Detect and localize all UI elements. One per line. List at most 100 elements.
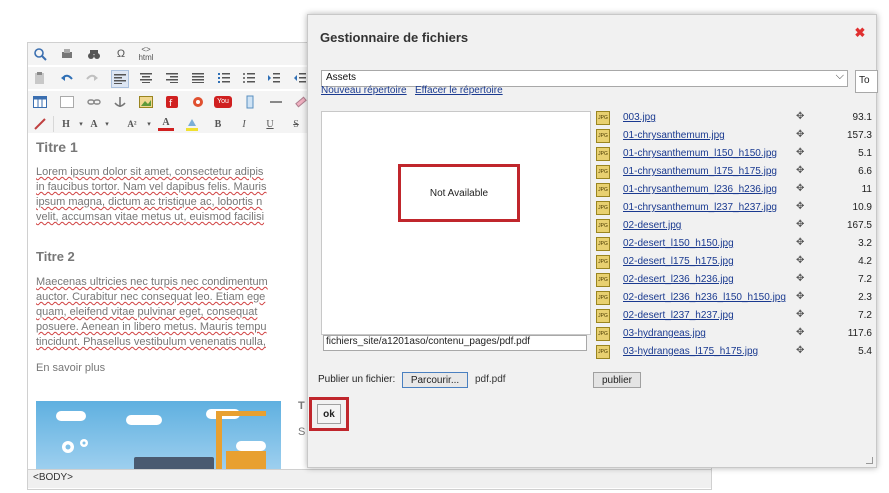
font-size-dropdown-icon[interactable]: ▾ (99, 116, 115, 132)
move-icon[interactable]: ✥ (796, 327, 804, 338)
file-row[interactable]: JPG 003.jpg ✥ 93.1 (596, 109, 876, 127)
move-icon[interactable]: ✥ (796, 309, 804, 320)
anchor-icon[interactable] (112, 94, 128, 110)
file-size: 157.3 (846, 130, 872, 141)
file-name-link[interactable]: 01-chrysanthemum_l150_h150.jpg (623, 148, 777, 159)
redo-icon[interactable] (84, 70, 100, 86)
folder-select-value: Assets (326, 72, 357, 83)
align-right-icon[interactable] (164, 70, 180, 86)
file-row[interactable]: JPG 01-chrysanthemum_l236_h236.jpg ✥ 11 (596, 181, 876, 199)
youtube-label: You (214, 96, 232, 108)
italic-icon[interactable]: I (236, 116, 252, 132)
image-icon[interactable] (138, 94, 154, 110)
file-name-link[interactable]: 01-chrysanthemum_l237_h237.jpg (623, 202, 777, 213)
special-char-icon[interactable]: Ω (113, 46, 129, 62)
file-row[interactable]: JPG 02-desert_l175_h175.jpg ✥ 4.2 (596, 253, 876, 271)
move-icon[interactable]: ✥ (796, 273, 804, 284)
eraser-icon[interactable] (292, 94, 308, 110)
toolbar-separator (53, 116, 54, 132)
move-icon[interactable]: ✥ (796, 237, 804, 248)
file-name-link[interactable]: 003.jpg (623, 112, 656, 123)
status-path[interactable]: <BODY> (33, 472, 73, 483)
youtube-icon[interactable]: You (214, 94, 232, 110)
paste-icon[interactable] (32, 70, 48, 86)
publish-button[interactable]: publier (593, 372, 641, 388)
delete-folder-link[interactable]: Effacer le répertoire (415, 85, 503, 96)
heading-icon[interactable]: H (58, 116, 74, 132)
file-name-link[interactable]: 03-hydrangeas_l175_h175.jpg (623, 346, 758, 357)
bullet-list-icon[interactable] (241, 70, 257, 86)
file-row[interactable]: JPG 03-hydrangeas.jpg ✥ 117.6 (596, 325, 876, 343)
find-icon[interactable] (86, 46, 102, 62)
justify-icon[interactable] (190, 70, 206, 86)
file-name-link[interactable]: 01-chrysanthemum_l236_h236.jpg (623, 184, 777, 195)
superscript-icon[interactable]: A² (124, 116, 140, 132)
jpg-file-icon: JPG (596, 183, 610, 197)
move-icon[interactable]: ✥ (796, 291, 804, 302)
move-icon[interactable]: ✥ (796, 255, 804, 266)
file-row[interactable]: JPG 02-desert.jpg ✥ 167.5 (596, 217, 876, 235)
indent-icon[interactable] (266, 70, 282, 86)
superscript-dropdown-icon[interactable]: ▾ (141, 116, 157, 132)
move-icon[interactable]: ✥ (796, 201, 804, 212)
file-row[interactable]: JPG 02-desert_l150_h150.jpg ✥ 3.2 (596, 235, 876, 253)
file-name-link[interactable]: 01-chrysanthemum_l175_h175.jpg (623, 166, 777, 177)
horizontal-rule-icon[interactable] (268, 94, 284, 110)
print-icon[interactable] (59, 46, 75, 62)
not-available-text: Not Available (429, 187, 489, 199)
resize-handle[interactable] (866, 457, 873, 464)
file-name-link[interactable]: 02-desert_l236_h236.jpg (623, 274, 734, 285)
file-row[interactable]: JPG 03-hydrangeas_l175_h175.jpg ✥ 5.4 (596, 343, 876, 361)
flash-icon[interactable]: f (164, 94, 180, 110)
file-row[interactable]: JPG 02-desert_l236_h236.jpg ✥ 7.2 (596, 271, 876, 289)
file-name-link[interactable]: 02-desert_l150_h150.jpg (623, 238, 734, 249)
align-left-icon[interactable] (111, 70, 129, 88)
file-name-link[interactable]: 02-desert_l237_h237.jpg (623, 310, 734, 321)
file-row[interactable]: JPG 01-chrysanthemum_l237_h237.jpg ✥ 10.9 (596, 199, 876, 217)
bold-icon[interactable]: B (210, 116, 226, 132)
move-icon[interactable]: ✥ (796, 219, 804, 230)
html-source-icon[interactable]: <> html (138, 46, 154, 62)
new-folder-link[interactable]: Nouveau répertoire (321, 85, 407, 96)
file-name-link[interactable]: 01-chrysanthemum.jpg (623, 130, 725, 141)
move-icon[interactable]: ✥ (796, 129, 804, 140)
text-color-icon[interactable]: A (158, 116, 174, 131)
move-icon[interactable]: ✥ (796, 345, 804, 356)
align-center-icon[interactable] (138, 70, 154, 86)
file-path-field[interactable]: fichiers_site/a1201aso/contenu_pages/pdf… (323, 335, 587, 351)
strikethrough-icon[interactable]: S (288, 116, 304, 132)
sort-select[interactable]: To (855, 70, 878, 93)
file-name-link[interactable]: 02-desert_l175_h175.jpg (623, 256, 734, 267)
file-row[interactable]: JPG 01-chrysanthemum.jpg ✥ 157.3 (596, 127, 876, 145)
brush-icon[interactable] (32, 116, 48, 132)
paragraph-2-line-2-text: auctor. Curabitur nec consequat leo. Eti… (36, 291, 266, 303)
highlight-icon[interactable] (184, 116, 200, 132)
file-name-link[interactable]: 02-desert_l236_h236_l150_h150.jpg (623, 292, 786, 303)
media-icon[interactable] (190, 94, 206, 110)
file-row[interactable]: JPG 01-chrysanthemum_l175_h175.jpg ✥ 6.6 (596, 163, 876, 181)
file-row[interactable]: JPG 02-desert_l237_h237.jpg ✥ 7.2 (596, 307, 876, 325)
close-icon[interactable]: ✖ (854, 26, 866, 39)
file-size: 2.3 (858, 292, 872, 303)
ok-button[interactable]: ok (317, 404, 341, 424)
file-attach-icon[interactable] (242, 94, 258, 110)
outdent-icon[interactable] (292, 70, 308, 86)
underline-icon[interactable]: U (262, 116, 278, 132)
edit-table-icon[interactable] (59, 94, 75, 110)
not-available-box: Not Available (398, 164, 520, 222)
preview-icon[interactable] (32, 46, 48, 62)
move-icon[interactable]: ✥ (796, 111, 804, 122)
file-row[interactable]: JPG 02-desert_l236_h236_l150_h150.jpg ✥ 2.3 (596, 289, 876, 307)
move-icon[interactable]: ✥ (796, 165, 804, 176)
move-icon[interactable]: ✥ (796, 147, 804, 158)
browse-button[interactable]: Parcourir... (402, 372, 468, 388)
link-icon[interactable] (86, 94, 102, 110)
undo-icon[interactable] (59, 70, 75, 86)
numbered-list-icon[interactable] (216, 70, 232, 86)
file-name-link[interactable]: 03-hydrangeas.jpg (623, 328, 706, 339)
file-name-link[interactable]: 02-desert.jpg (623, 220, 681, 231)
file-row[interactable]: JPG 01-chrysanthemum_l150_h150.jpg ✥ 5.1 (596, 145, 876, 163)
table-icon[interactable] (32, 94, 48, 110)
dialog-title: Gestionnaire de fichiers (320, 30, 469, 45)
move-icon[interactable]: ✥ (796, 183, 804, 194)
